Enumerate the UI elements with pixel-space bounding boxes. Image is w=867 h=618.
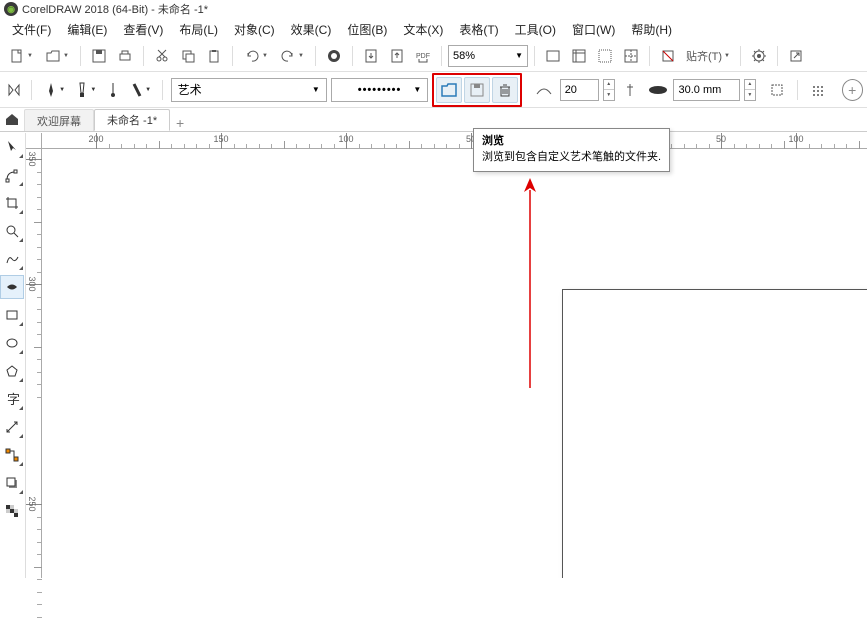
preset-stroke-icon[interactable]: ▼ — [40, 78, 67, 102]
options-button[interactable] — [747, 44, 771, 68]
freehand-tool[interactable] — [0, 247, 24, 271]
tab-welcome[interactable]: 欢迎屏幕 — [24, 109, 94, 131]
width-icon — [646, 78, 669, 102]
menu-tools[interactable]: 工具(O) — [507, 19, 564, 40]
annotation-arrow — [520, 178, 540, 388]
menu-effect[interactable]: 效果(C) — [283, 19, 340, 40]
browse-button[interactable] — [436, 77, 462, 103]
width-spinner[interactable]: ▲▼ — [744, 79, 756, 101]
paste-button[interactable] — [202, 44, 226, 68]
copy-button[interactable] — [176, 44, 200, 68]
new-tab-button[interactable]: + — [170, 115, 190, 131]
tooltip-body: 浏览到包含自定义艺术笔触的文件夹. — [482, 150, 661, 165]
open-button[interactable]: ▼ — [40, 44, 74, 68]
menu-help[interactable]: 帮助(H) — [623, 19, 680, 40]
delete-preset-button[interactable] — [492, 77, 518, 103]
menu-text[interactable]: 文本(X) — [395, 19, 451, 40]
cut-button[interactable] — [150, 44, 174, 68]
workspace: 字 20015010050050100 350300250 — [0, 133, 867, 578]
menu-file[interactable]: 文件(F) — [4, 19, 59, 40]
tooltip-title: 浏览 — [482, 134, 661, 149]
document-tab-bar: 欢迎屏幕 未命名 -1* + — [0, 108, 867, 132]
menu-object[interactable]: 对象(C) — [226, 19, 283, 40]
search-button[interactable] — [322, 44, 346, 68]
menu-window[interactable]: 窗口(W) — [564, 19, 623, 40]
window-title: CorelDRAW 2018 (64-Bit) - 未命名 -1* — [22, 1, 208, 17]
menu-edit[interactable]: 编辑(E) — [59, 19, 115, 40]
vertical-ruler[interactable]: 350300250 — [26, 149, 42, 578]
mirror-horizontal-icon[interactable] — [4, 78, 23, 102]
smoothing-slider-icon[interactable] — [619, 78, 642, 102]
import-button[interactable] — [359, 44, 383, 68]
calligraphic-icon[interactable]: ▼ — [126, 78, 153, 102]
toolbox: 字 — [0, 133, 26, 578]
menu-layout[interactable]: 布局(L) — [171, 19, 226, 40]
save-button[interactable] — [87, 44, 111, 68]
browse-save-delete-group — [432, 73, 522, 107]
title-bar: ◉ CorelDRAW 2018 (64-Bit) - 未命名 -1* — [0, 0, 867, 18]
snap-button[interactable]: 贴齐(T)▼ — [682, 44, 734, 68]
add-preset-button[interactable]: + — [842, 79, 863, 101]
smoothing-icon — [532, 78, 555, 102]
print-button[interactable] — [113, 44, 137, 68]
tab-document[interactable]: 未命名 -1* — [94, 109, 170, 131]
smoothing-spinner[interactable]: ▲▼ — [603, 79, 615, 101]
menu-bar: 文件(F) 编辑(E) 查看(V) 布局(L) 对象(C) 效果(C) 位图(B… — [0, 18, 867, 40]
polygon-tool[interactable] — [0, 359, 24, 383]
guidelines-button[interactable] — [619, 44, 643, 68]
snap-off-button[interactable] — [656, 44, 680, 68]
shape-tool[interactable] — [0, 163, 24, 187]
svg-text:字: 字 — [7, 392, 20, 407]
page — [562, 289, 867, 578]
home-icon[interactable] — [4, 111, 20, 127]
brush-icon[interactable]: ▼ — [72, 78, 99, 102]
menu-view[interactable]: 查看(V) — [115, 19, 171, 40]
preset-category-combo[interactable]: 艺术▼ — [171, 78, 327, 102]
new-button[interactable]: ▼ — [4, 44, 38, 68]
launch-button[interactable] — [784, 44, 808, 68]
drop-shadow-tool[interactable] — [0, 471, 24, 495]
canvas[interactable] — [42, 149, 867, 578]
fullscreen-button[interactable] — [541, 44, 565, 68]
horizontal-ruler[interactable]: 20015010050050100 — [26, 133, 867, 149]
pick-tool[interactable] — [0, 135, 24, 159]
scale-stroke-icon[interactable] — [806, 78, 829, 102]
undo-button[interactable]: ▼ — [239, 44, 273, 68]
svg-text:PDF: PDF — [416, 53, 430, 60]
smoothing-input[interactable]: 20 — [560, 79, 599, 101]
rulers-button[interactable] — [567, 44, 591, 68]
rectangle-tool[interactable] — [0, 303, 24, 327]
publish-pdf-button[interactable]: PDF — [411, 44, 435, 68]
connector-tool[interactable] — [0, 443, 24, 467]
redo-button[interactable]: ▼ — [275, 44, 309, 68]
menu-table[interactable]: 表格(T) — [451, 19, 506, 40]
standard-toolbar: ▼ ▼ ▼ ▼ PDF 58%▼ 贴齐(T)▼ — [0, 40, 867, 72]
grid-button[interactable] — [593, 44, 617, 68]
zoom-level-combo[interactable]: 58%▼ — [448, 45, 528, 67]
property-bar: ▼ ▼ ▼ 艺术▼ •••••••••▼ 20 ▲▼ 30.0 mm ▲▼ + — [0, 72, 867, 108]
bounding-box-icon[interactable] — [766, 78, 789, 102]
tooltip: 浏览 浏览到包含自定义艺术笔触的文件夹. — [473, 128, 670, 172]
text-tool[interactable]: 字 — [0, 387, 24, 411]
sprayer-icon[interactable] — [103, 78, 122, 102]
app-icon: ◉ — [4, 2, 18, 16]
menu-bitmap[interactable]: 位图(B) — [339, 19, 395, 40]
artistic-media-tool[interactable] — [0, 275, 24, 299]
width-input[interactable]: 30.0 mm — [673, 79, 739, 101]
stroke-style-combo[interactable]: •••••••••▼ — [331, 78, 428, 102]
save-preset-button[interactable] — [464, 77, 490, 103]
crop-tool[interactable] — [0, 191, 24, 215]
export-button[interactable] — [385, 44, 409, 68]
transparency-tool[interactable] — [0, 499, 24, 523]
ruler-corner[interactable] — [26, 133, 42, 149]
parallel-dim-tool[interactable] — [0, 415, 24, 439]
ellipse-tool[interactable] — [0, 331, 24, 355]
zoom-tool[interactable] — [0, 219, 24, 243]
